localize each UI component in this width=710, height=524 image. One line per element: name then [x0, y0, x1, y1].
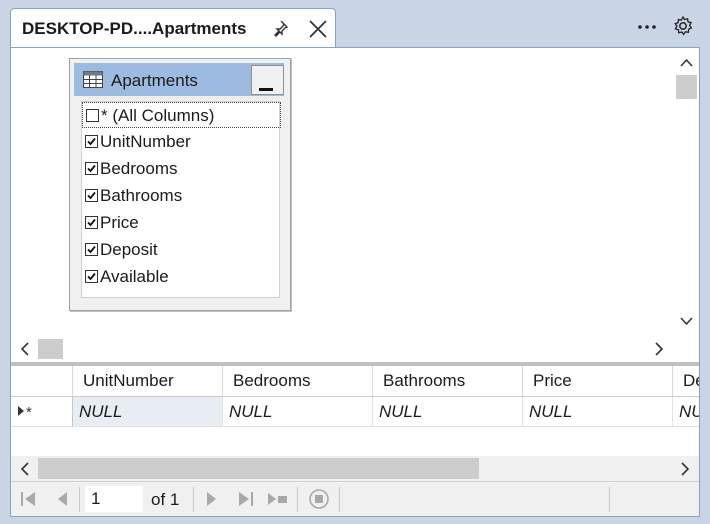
column-list-item[interactable]: Available — [82, 264, 281, 290]
grid-horizontal-scrollbar[interactable] — [11, 456, 699, 481]
previous-record-icon[interactable] — [51, 488, 75, 510]
next-record-icon[interactable] — [199, 488, 223, 510]
column-list-item[interactable]: Bathrooms — [82, 183, 281, 209]
column-list-item[interactable]: Bedrooms — [82, 156, 281, 182]
table-grid-icon — [83, 71, 103, 88]
column-label: Bathrooms — [100, 186, 183, 205]
scroll-down-icon[interactable] — [674, 310, 699, 332]
current-record-input[interactable] — [85, 486, 143, 512]
separator — [297, 487, 298, 512]
more-icon[interactable] — [636, 15, 658, 37]
column-list-item[interactable]: Deposit — [82, 237, 281, 263]
tab-title: DESKTOP-PD....Apartments — [22, 19, 247, 38]
new-record-icon[interactable] — [265, 488, 289, 510]
grid-cell[interactable]: NU — [673, 397, 699, 426]
first-record-icon[interactable] — [17, 488, 41, 510]
gear-icon[interactable] — [671, 14, 695, 38]
column-list-item[interactable]: UnitNumber — [82, 129, 281, 155]
vertical-scroll-thumb[interactable] — [676, 75, 697, 99]
horizontal-scroll-thumb[interactable] — [38, 339, 63, 359]
checked-checkbox[interactable] — [85, 135, 98, 148]
grid-cell[interactable]: NULL — [523, 397, 673, 426]
scroll-up-icon[interactable] — [674, 52, 699, 74]
separator — [339, 487, 340, 512]
grid-header-row: UnitNumber Bedrooms Bathrooms Price De — [11, 366, 699, 397]
table-row[interactable]: * NULL NULL NULL NULL NU — [11, 397, 699, 427]
row-indicator[interactable]: * — [11, 397, 73, 426]
record-count-label: of 1 — [151, 490, 180, 509]
column-label: Deposit — [100, 240, 158, 259]
table-box-apartments[interactable]: Apartments * (All Columns) UnitNumber Bedr… — [69, 58, 291, 311]
stop-icon[interactable] — [307, 488, 331, 510]
horizontal-scroll-thumb[interactable] — [38, 458, 479, 479]
column-list-item[interactable]: Price — [82, 210, 281, 236]
pin-icon[interactable] — [273, 18, 293, 40]
column-label: Price — [100, 213, 139, 232]
checked-checkbox[interactable] — [85, 270, 98, 283]
checked-checkbox[interactable] — [85, 243, 98, 256]
separator — [79, 487, 80, 512]
table-box-header[interactable]: Apartments — [74, 63, 284, 96]
close-icon[interactable] — [307, 18, 329, 40]
separator — [609, 487, 610, 512]
column-header[interactable]: UnitNumber — [73, 366, 223, 396]
column-list-item[interactable]: * (All Columns) — [82, 102, 281, 128]
document-tab-strip: DESKTOP-PD....Apartments — [0, 0, 710, 48]
diagram-vertical-scrollbar[interactable] — [674, 48, 699, 336]
query-designer-frame: Apartments * (All Columns) UnitNumber Bedr… — [10, 47, 700, 517]
unchecked-checkbox[interactable] — [86, 109, 99, 122]
separator — [193, 487, 194, 512]
svg-text:*: * — [26, 404, 32, 419]
record-navigator: of 1 — [11, 481, 699, 516]
minimize-button[interactable] — [251, 65, 284, 95]
row-header-corner — [11, 366, 73, 396]
table-box-title: Apartments — [111, 71, 198, 90]
column-header[interactable]: De — [673, 366, 699, 396]
scroll-right-icon[interactable] — [649, 339, 669, 364]
column-list: * (All Columns) UnitNumber Bedrooms Bathroo… — [81, 101, 281, 298]
results-grid[interactable]: UnitNumber Bedrooms Bathrooms Price De *… — [11, 366, 699, 456]
scroll-left-icon[interactable] — [15, 339, 35, 364]
new-row-icon: * — [17, 403, 39, 424]
checked-checkbox[interactable] — [85, 216, 98, 229]
document-tab[interactable]: DESKTOP-PD....Apartments — [10, 8, 336, 48]
diagram-horizontal-scrollbar[interactable] — [11, 336, 674, 362]
column-label: Bedrooms — [100, 159, 178, 178]
column-header[interactable]: Bedrooms — [223, 366, 373, 396]
checked-checkbox[interactable] — [85, 189, 98, 202]
column-header[interactable]: Bathrooms — [373, 366, 523, 396]
column-label: UnitNumber — [100, 132, 191, 151]
grid-cell[interactable]: NULL — [73, 397, 223, 426]
last-record-icon[interactable] — [233, 488, 257, 510]
column-label: * (All Columns) — [101, 106, 215, 125]
column-header[interactable]: Price — [523, 366, 673, 396]
grid-cell[interactable]: NULL — [223, 397, 373, 426]
checked-checkbox[interactable] — [85, 162, 98, 175]
column-label: Available — [100, 267, 169, 286]
diagram-pane[interactable]: Apartments * (All Columns) UnitNumber Bedr… — [11, 48, 699, 362]
grid-cell[interactable]: NULL — [373, 397, 523, 426]
